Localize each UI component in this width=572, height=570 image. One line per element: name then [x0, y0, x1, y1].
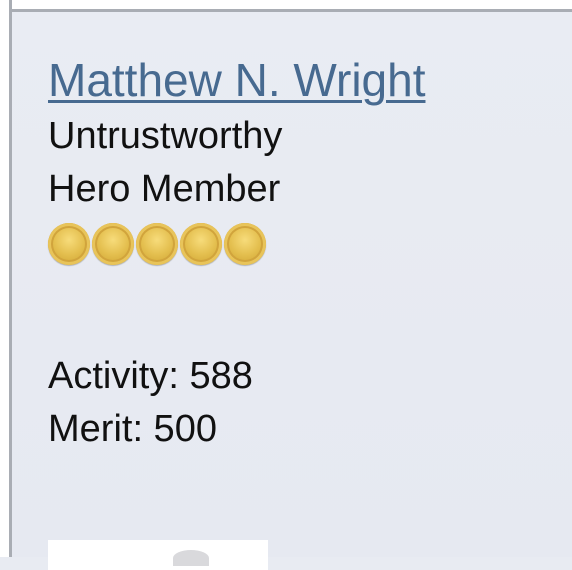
top-border: [0, 0, 572, 12]
rank-label: Hero Member: [48, 168, 281, 210]
avatar-shape: [173, 550, 209, 566]
coin-icon: [48, 223, 90, 265]
trust-label: Untrustworthy: [48, 115, 283, 157]
coin-icon: [92, 223, 134, 265]
coin-icon: [224, 223, 266, 265]
poster-info: Matthew N. Wright Untrustworthy Hero Mem…: [48, 52, 548, 456]
coin-icon: [180, 223, 222, 265]
post-author-panel: Matthew N. Wright Untrustworthy Hero Mem…: [0, 0, 572, 570]
username-link[interactable]: Matthew N. Wright: [48, 52, 425, 108]
rank-coins: [48, 220, 548, 268]
activity-stat: Activity: 588: [48, 355, 253, 397]
coin-icon: [136, 223, 178, 265]
left-border: [0, 0, 12, 557]
member-stats: Activity: 588 Merit: 500: [48, 350, 548, 456]
merit-stat: Merit: 500: [48, 408, 217, 450]
avatar[interactable]: [48, 540, 268, 570]
